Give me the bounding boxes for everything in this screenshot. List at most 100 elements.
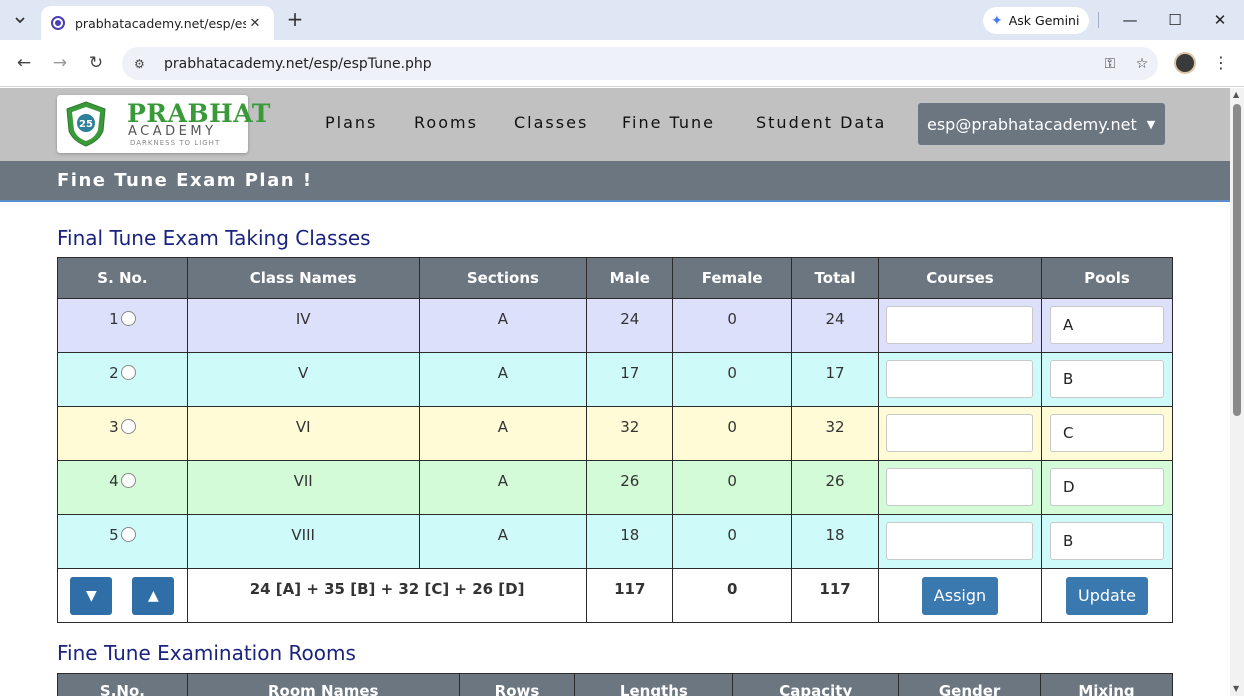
maximize-icon[interactable]: ☐ bbox=[1162, 8, 1188, 32]
row-section: A bbox=[418, 298, 588, 353]
update-button[interactable]: Update bbox=[1066, 577, 1148, 615]
page-banner: Fine Tune Exam Plan ! bbox=[0, 161, 1230, 202]
header-lengths: Lengths bbox=[574, 673, 734, 696]
scroll-up-icon[interactable]: ▲ bbox=[1233, 90, 1239, 99]
browser-toolbar: ← → ↻ ⚙ prabhatacademy.net/esp/espTune.p… bbox=[0, 40, 1244, 87]
row-male: 17 bbox=[586, 352, 674, 407]
move-up-button[interactable]: ▲ bbox=[132, 577, 175, 615]
address-bar[interactable]: ⚙ prabhatacademy.net/esp/espTune.php ⚿ ☆ bbox=[122, 47, 1158, 80]
ask-gemini-label: Ask Gemini bbox=[1008, 13, 1080, 28]
pool-input[interactable]: C bbox=[1049, 414, 1164, 452]
row-select-radio[interactable] bbox=[120, 527, 136, 542]
header-class-names: Class Names bbox=[186, 257, 420, 299]
row-total: 17 bbox=[791, 352, 879, 407]
reload-icon[interactable]: ↻ bbox=[84, 51, 108, 75]
header-room-sno: S.No. bbox=[57, 673, 188, 696]
scrollbar-thumb[interactable] bbox=[1233, 104, 1241, 416]
rooms-header-row: S.No. Room Names Rows Lengths Capacity G… bbox=[57, 673, 1173, 696]
site-logo[interactable]: 25 PRABHAT ACADEMY DARKNESS TO LIGHT bbox=[57, 95, 270, 153]
logo-tagline: DARKNESS TO LIGHT bbox=[130, 139, 221, 147]
minimize-icon[interactable]: — bbox=[1117, 8, 1143, 32]
svg-text:25: 25 bbox=[79, 119, 93, 130]
site-favicon-icon bbox=[51, 16, 65, 30]
new-tab-icon[interactable]: + bbox=[283, 8, 307, 32]
browser-menu-icon[interactable]: ⋮ bbox=[1212, 51, 1230, 75]
nav-student-data[interactable]: Student Data bbox=[756, 113, 886, 132]
footer-female-total: 0 bbox=[672, 568, 793, 623]
row-sno: 2 bbox=[109, 364, 119, 382]
forward-arrow-icon[interactable]: → bbox=[48, 51, 72, 75]
back-arrow-icon[interactable]: ← bbox=[12, 51, 36, 75]
header-gender: Gender bbox=[898, 673, 1042, 696]
header-mixing: Mixing bbox=[1040, 673, 1173, 696]
browser-tab[interactable]: prabhatacademy.net/esp/espTu ✕ bbox=[41, 6, 274, 40]
row-female: 0 bbox=[672, 406, 793, 461]
dropdown-caret-icon: ▼ bbox=[1146, 117, 1156, 131]
row-total: 32 bbox=[791, 406, 879, 461]
classes-header-row: S. No. Class Names Sections Male Female … bbox=[57, 257, 1174, 299]
nav-plans[interactable]: Plans bbox=[325, 113, 377, 132]
nav-rooms[interactable]: Rooms bbox=[414, 113, 478, 132]
table-row: 3 VI A 32 0 32 C bbox=[57, 406, 1174, 461]
row-select-radio[interactable] bbox=[120, 365, 136, 380]
header-sections: Sections bbox=[418, 257, 588, 299]
row-male: 32 bbox=[586, 406, 674, 461]
row-select-radio[interactable] bbox=[120, 473, 136, 488]
course-input[interactable] bbox=[886, 468, 1034, 506]
nav-classes[interactable]: Classes bbox=[514, 113, 588, 132]
row-class-name: IV bbox=[186, 298, 420, 353]
row-sno: 4 bbox=[109, 472, 119, 490]
site-settings-icon[interactable]: ⚙ bbox=[134, 57, 152, 71]
row-class-name: VIII bbox=[186, 514, 420, 569]
course-input[interactable] bbox=[886, 360, 1034, 398]
header-total: Total bbox=[791, 257, 879, 299]
header-rows: Rows bbox=[458, 673, 576, 696]
row-select-radio[interactable] bbox=[120, 419, 136, 434]
password-key-icon[interactable]: ⚿ bbox=[1094, 56, 1126, 72]
row-male: 18 bbox=[586, 514, 674, 569]
row-total: 18 bbox=[791, 514, 879, 569]
gemini-sparkle-icon: ✦ bbox=[991, 12, 1003, 29]
tab-search-icon[interactable] bbox=[8, 8, 32, 32]
tab-title: prabhatacademy.net/esp/espTu bbox=[75, 15, 246, 31]
row-select-radio[interactable] bbox=[120, 311, 136, 326]
assign-button[interactable]: Assign bbox=[921, 577, 999, 615]
row-section: A bbox=[418, 460, 588, 515]
pool-input[interactable]: A bbox=[1049, 306, 1164, 344]
tab-close-icon[interactable]: ✕ bbox=[246, 16, 264, 31]
profile-avatar[interactable] bbox=[1174, 52, 1196, 74]
pool-input[interactable]: D bbox=[1049, 468, 1164, 506]
course-input[interactable] bbox=[886, 414, 1034, 452]
course-input[interactable] bbox=[886, 522, 1034, 560]
header-pools: Pools bbox=[1040, 257, 1174, 299]
move-down-button[interactable]: ▼ bbox=[70, 577, 113, 615]
logo-sub-text: ACADEMY bbox=[128, 124, 217, 139]
pool-input[interactable]: B bbox=[1049, 360, 1164, 398]
row-sno: 3 bbox=[109, 418, 119, 436]
bookmark-star-icon[interactable]: ☆ bbox=[1126, 56, 1158, 72]
table-footer-row: ▼ ▲ 24 [A] + 35 [B] + 32 [C] + 26 [D] 117… bbox=[57, 568, 1174, 623]
pool-input[interactable]: B bbox=[1049, 522, 1164, 560]
table-row: 5 VIII A 18 0 18 B bbox=[57, 514, 1174, 569]
url-text[interactable]: prabhatacademy.net/esp/espTune.php bbox=[164, 56, 1094, 72]
row-female: 0 bbox=[672, 514, 793, 569]
browser-tab-bar: prabhatacademy.net/esp/espTu ✕ + ✦ Ask G… bbox=[0, 0, 1244, 40]
row-sno: 5 bbox=[109, 526, 119, 544]
ask-gemini-button[interactable]: ✦ Ask Gemini bbox=[983, 7, 1089, 34]
window-close-icon[interactable]: ✕ bbox=[1207, 8, 1233, 32]
page-scrollbar[interactable]: ▲ ▼ bbox=[1230, 88, 1244, 696]
scroll-down-icon[interactable]: ▼ bbox=[1233, 684, 1239, 693]
page-viewport: 25 PRABHAT ACADEMY DARKNESS TO LIGHT Pla… bbox=[0, 88, 1244, 696]
rooms-table: S.No. Room Names Rows Lengths Capacity G… bbox=[57, 673, 1173, 696]
row-class-name: VI bbox=[186, 406, 420, 461]
classes-section-title: Final Tune Exam Taking Classes bbox=[57, 226, 371, 250]
course-input[interactable] bbox=[886, 306, 1034, 344]
pool-summary: 24 [A] + 35 [B] + 32 [C] + 26 [D] bbox=[186, 568, 588, 623]
header-sno: S. No. bbox=[57, 257, 188, 299]
row-section: A bbox=[418, 352, 588, 407]
row-class-name: V bbox=[186, 352, 420, 407]
table-row: 2 V A 17 0 17 B bbox=[57, 352, 1174, 407]
footer-grand-total: 117 bbox=[791, 568, 879, 623]
nav-fine-tune[interactable]: Fine Tune bbox=[622, 113, 715, 132]
user-account-dropdown[interactable]: esp@prabhatacademy.net ▼ bbox=[918, 103, 1165, 145]
